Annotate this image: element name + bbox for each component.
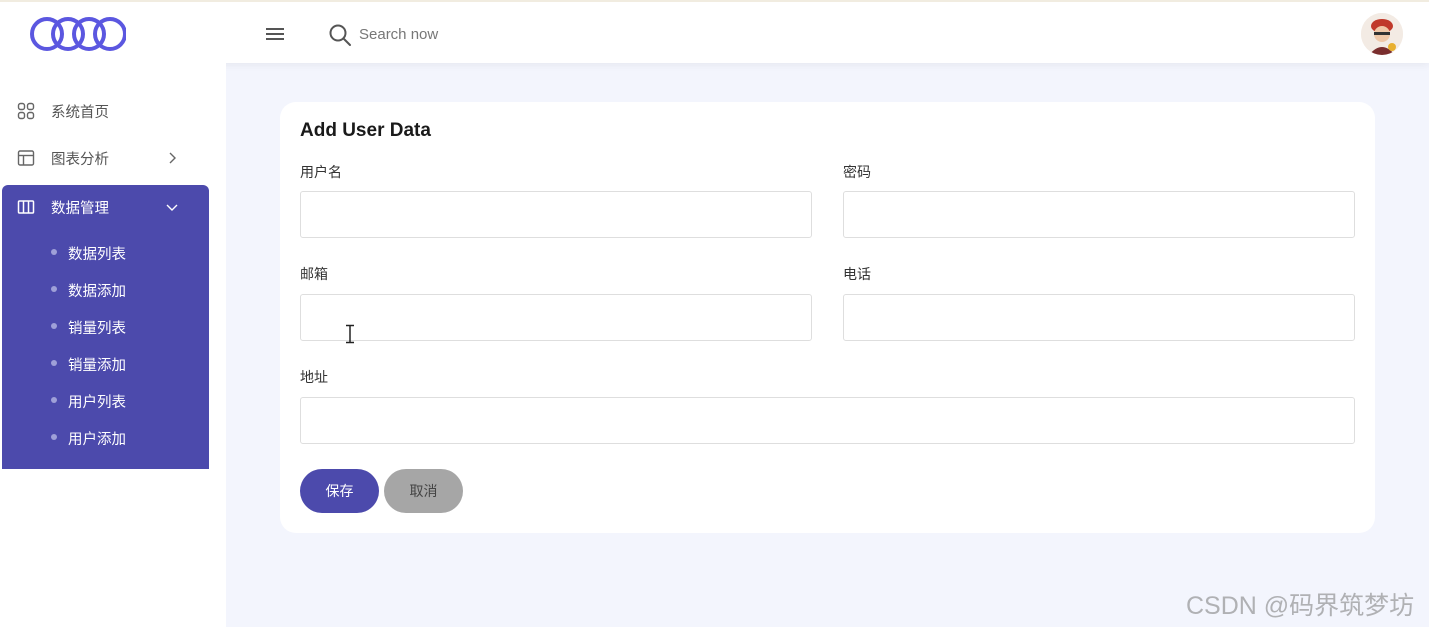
hamburger-icon[interactable] [262, 22, 288, 46]
search-input[interactable] [359, 19, 659, 49]
text-cursor-icon [346, 324, 354, 344]
submenu-item-user-list[interactable]: 用户列表 [2, 382, 209, 418]
submenu-item-label: 用户添加 [68, 432, 126, 448]
avatar-image [1361, 13, 1403, 55]
username-label: 用户名 [300, 165, 342, 181]
submenu-item-label: 用户列表 [68, 395, 126, 411]
submenu-item-data-list[interactable]: 数据列表 [2, 234, 209, 270]
address-input[interactable] [300, 397, 1355, 444]
search-icon[interactable] [328, 23, 352, 47]
cancel-button[interactable]: 取消 [384, 469, 463, 513]
bullet-icon [51, 360, 57, 366]
phone-input[interactable] [843, 294, 1355, 341]
phone-label: 电话 [843, 267, 871, 283]
password-input[interactable] [843, 191, 1355, 238]
grid-icon [17, 102, 35, 120]
bullet-icon [51, 397, 57, 403]
password-label: 密码 [843, 165, 871, 181]
columns-icon [17, 200, 35, 214]
submenu-item-data-add[interactable]: 数据添加 [2, 271, 209, 307]
chevron-right-icon [169, 152, 176, 164]
bullet-icon [51, 434, 57, 440]
submenu-item-user-add[interactable]: 用户添加 [2, 419, 209, 455]
add-user-form-card: Add User Data 用户名 密码 邮箱 电话 地址 保存 取消 [280, 102, 1375, 533]
rings-logo-icon[interactable] [30, 14, 126, 54]
submenu-item-sales-list[interactable]: 销量列表 [2, 308, 209, 344]
chevron-down-icon [166, 204, 178, 211]
bullet-icon [51, 323, 57, 329]
submenu-item-label: 销量列表 [68, 321, 126, 337]
sidebar-item-home[interactable]: 系统首页 [0, 89, 209, 133]
sidebar-item-label: 系统首页 [51, 104, 109, 121]
sidebar-item-data-management[interactable]: 数据管理 [2, 185, 209, 229]
watermark: CSDN @码界筑梦坊 [1186, 592, 1415, 620]
bullet-icon [51, 286, 57, 292]
data-management-submenu: 数据列表 数据添加 销量列表 销量添加 用户列表 用户添加 [2, 229, 209, 469]
bullet-icon [51, 249, 57, 255]
email-label: 邮箱 [300, 267, 328, 283]
address-label: 地址 [300, 370, 328, 386]
user-avatar[interactable] [1361, 13, 1403, 55]
username-input[interactable] [300, 191, 812, 238]
sidebar: 系统首页 图表分析 数据管理 数据列表 数据添加 销量列表 销量添加 用户列表 … [0, 63, 226, 627]
top-bar [0, 0, 1429, 63]
submenu-item-label: 销量添加 [68, 358, 126, 374]
submenu-item-label: 数据列表 [68, 247, 126, 263]
submenu-item-sales-add[interactable]: 销量添加 [2, 345, 209, 381]
submenu-item-label: 数据添加 [68, 284, 126, 300]
table-layout-icon [17, 150, 35, 166]
sidebar-item-charts[interactable]: 图表分析 [0, 136, 209, 180]
sidebar-item-label: 图表分析 [51, 151, 109, 168]
save-button[interactable]: 保存 [300, 469, 379, 513]
sidebar-item-label: 数据管理 [51, 200, 109, 217]
form-title: Add User Data [300, 120, 431, 141]
email-input[interactable] [300, 294, 812, 341]
